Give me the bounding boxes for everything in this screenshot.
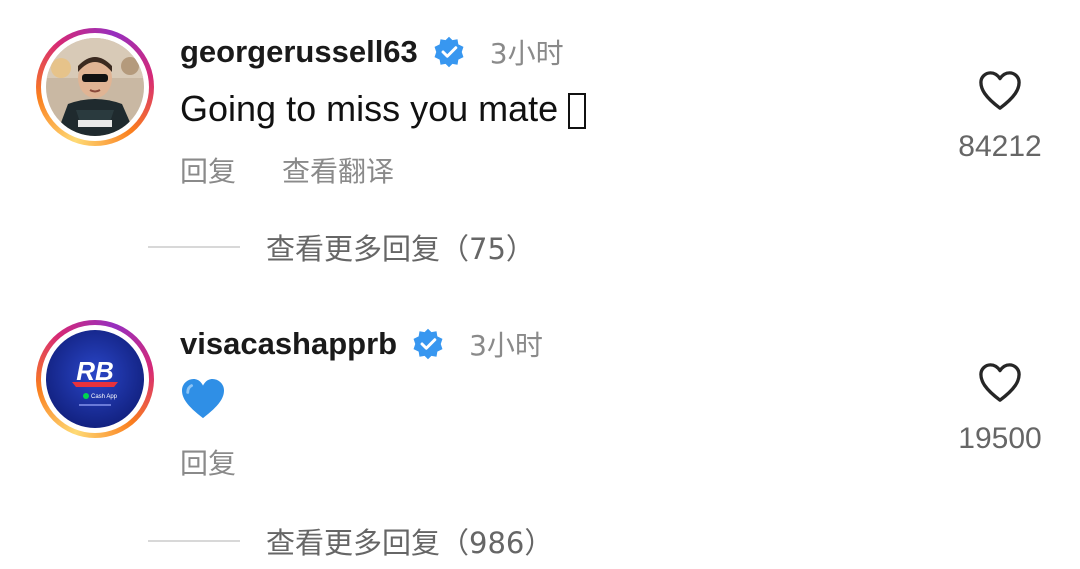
comment-text: Going to miss you mate (180, 88, 587, 130)
comment-header: visacashapprb 3小时 (180, 322, 543, 366)
like-section: 19500 (950, 362, 1050, 456)
avatar[interactable]: RB Cash App (36, 320, 154, 438)
like-count: 84212 (958, 130, 1042, 163)
comment-time: 3小时 (489, 37, 564, 70)
avatar-image: RB Cash App (46, 330, 144, 428)
comment-text: 💙 (180, 378, 226, 429)
verified-badge-icon (434, 36, 464, 68)
view-more-replies-button[interactable]: 查看更多回复（75） (148, 226, 535, 268)
translate-button[interactable]: 查看翻译 (282, 150, 394, 190)
replies-divider (148, 540, 240, 542)
svg-text:Cash App: Cash App (91, 394, 118, 400)
comment-actions: 回复 (180, 442, 282, 482)
view-more-replies-label: 查看更多回复（986） (266, 526, 554, 560)
svg-text:RB: RB (76, 356, 114, 386)
comment-item: georgerussell63 3小时 Going to miss you ma… (0, 0, 1080, 292)
username[interactable]: georgerussell63 (180, 34, 418, 70)
heart-icon[interactable] (977, 362, 1023, 404)
username[interactable]: visacashapprb (180, 326, 397, 362)
comment-time: 3小时 (469, 329, 543, 362)
verified-badge-icon (413, 328, 443, 360)
view-more-replies-label: 查看更多回复（75） (266, 232, 535, 266)
view-more-replies-button[interactable]: 查看更多回复（986） (148, 520, 553, 562)
reply-button[interactable]: 回复 (180, 150, 236, 190)
avatar-border: RB Cash App (41, 325, 149, 433)
replies-divider (148, 246, 240, 248)
reply-button[interactable]: 回复 (180, 442, 236, 482)
emoji-placeholder-icon (568, 93, 587, 130)
blue-heart-icon (182, 378, 224, 419)
like-section: 84212 (950, 70, 1050, 164)
avatar-border (41, 33, 149, 141)
comment-actions: 回复 查看翻译 (180, 150, 440, 190)
comment-header: georgerussell63 3小时 (180, 30, 564, 74)
comment-item: RB Cash App visacashapprb 3小时 💙 回复 (0, 292, 1080, 569)
like-count: 19500 (958, 422, 1042, 455)
heart-icon[interactable] (977, 70, 1023, 112)
avatar[interactable] (36, 28, 154, 146)
comment-text-content: Going to miss you mate (180, 88, 559, 129)
avatar-image (46, 38, 144, 136)
